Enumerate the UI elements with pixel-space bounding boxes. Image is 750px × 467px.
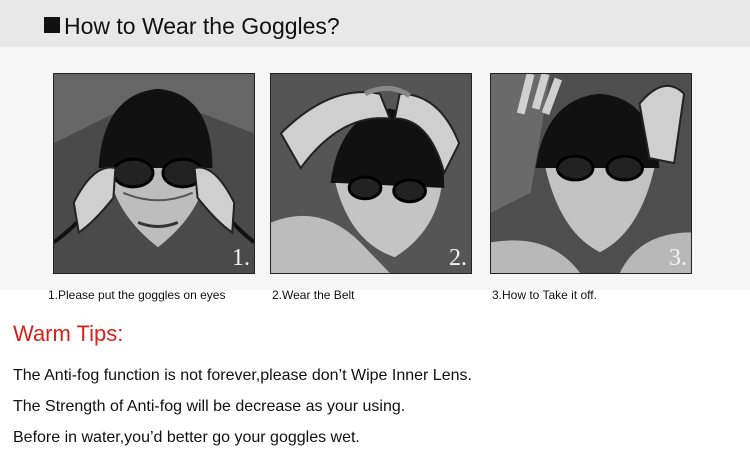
swimmer-adjusting-belt-image: [271, 74, 471, 273]
tip-line: Before in water,you’d better go your gog…: [13, 429, 360, 446]
step-3-caption: 3.How to Take it off.: [492, 288, 597, 302]
swimmer-taking-off-goggles-image: [491, 74, 691, 273]
step-3-number: 3.: [669, 245, 687, 271]
step-2-number: 2.: [449, 245, 467, 271]
step-1-caption: 1.Please put the goggles on eyes: [48, 288, 226, 302]
tip-line: The Strength of Anti-fog will be decreas…: [13, 398, 406, 415]
warm-tips-heading: Warm Tips:: [13, 321, 124, 346]
step-2-caption: 2.Wear the Belt: [272, 288, 355, 302]
step-1-number: 1.: [232, 245, 250, 271]
swimmer-putting-on-goggles-image: [54, 74, 254, 273]
page-title: How to Wear the Goggles?: [64, 13, 340, 39]
step-1-illustration: 1.: [53, 73, 255, 274]
step-2-illustration: 2.: [270, 73, 472, 274]
tip-line: The Anti-fog function is not forever,ple…: [13, 367, 472, 384]
step-3-illustration: 3.: [490, 73, 692, 274]
square-bullet-icon: [44, 17, 60, 33]
